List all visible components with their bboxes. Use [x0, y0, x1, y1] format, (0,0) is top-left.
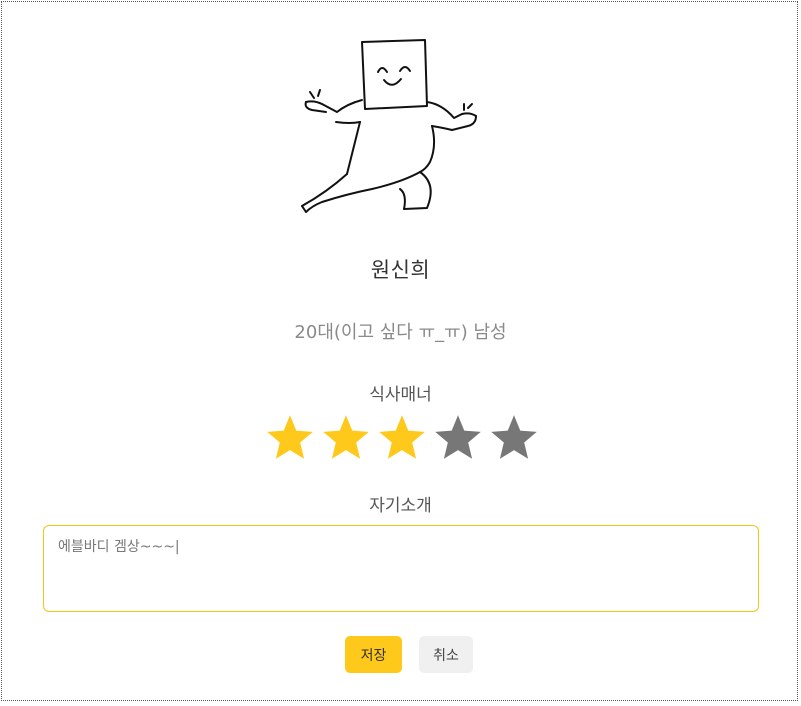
profile-card: 원신희 20대(이고 싶다 ㅠ_ㅠ) 남성 식사매너 자기소개 에블바디 겜상~…	[1, 1, 798, 701]
save-button[interactable]: 저장	[345, 636, 402, 673]
star-filled-icon[interactable]	[376, 412, 428, 464]
star-filled-icon[interactable]	[320, 412, 372, 464]
star-filled-icon[interactable]	[264, 412, 316, 464]
manner-rating[interactable]	[264, 412, 544, 468]
manner-label: 식사매너	[369, 385, 432, 405]
intro-label: 자기소개	[369, 496, 432, 516]
intro-textarea[interactable]: 에블바디 겜상~~~|	[43, 525, 759, 612]
cancel-button[interactable]: 취소	[419, 636, 473, 673]
profile-info: 20대(이고 싶다 ㅠ_ㅠ) 남성	[294, 322, 507, 343]
star-empty-icon[interactable]	[432, 412, 484, 464]
star-empty-icon[interactable]	[488, 412, 540, 464]
profile-name: 원신희	[370, 258, 431, 282]
avatar-illustration	[301, 39, 477, 213]
